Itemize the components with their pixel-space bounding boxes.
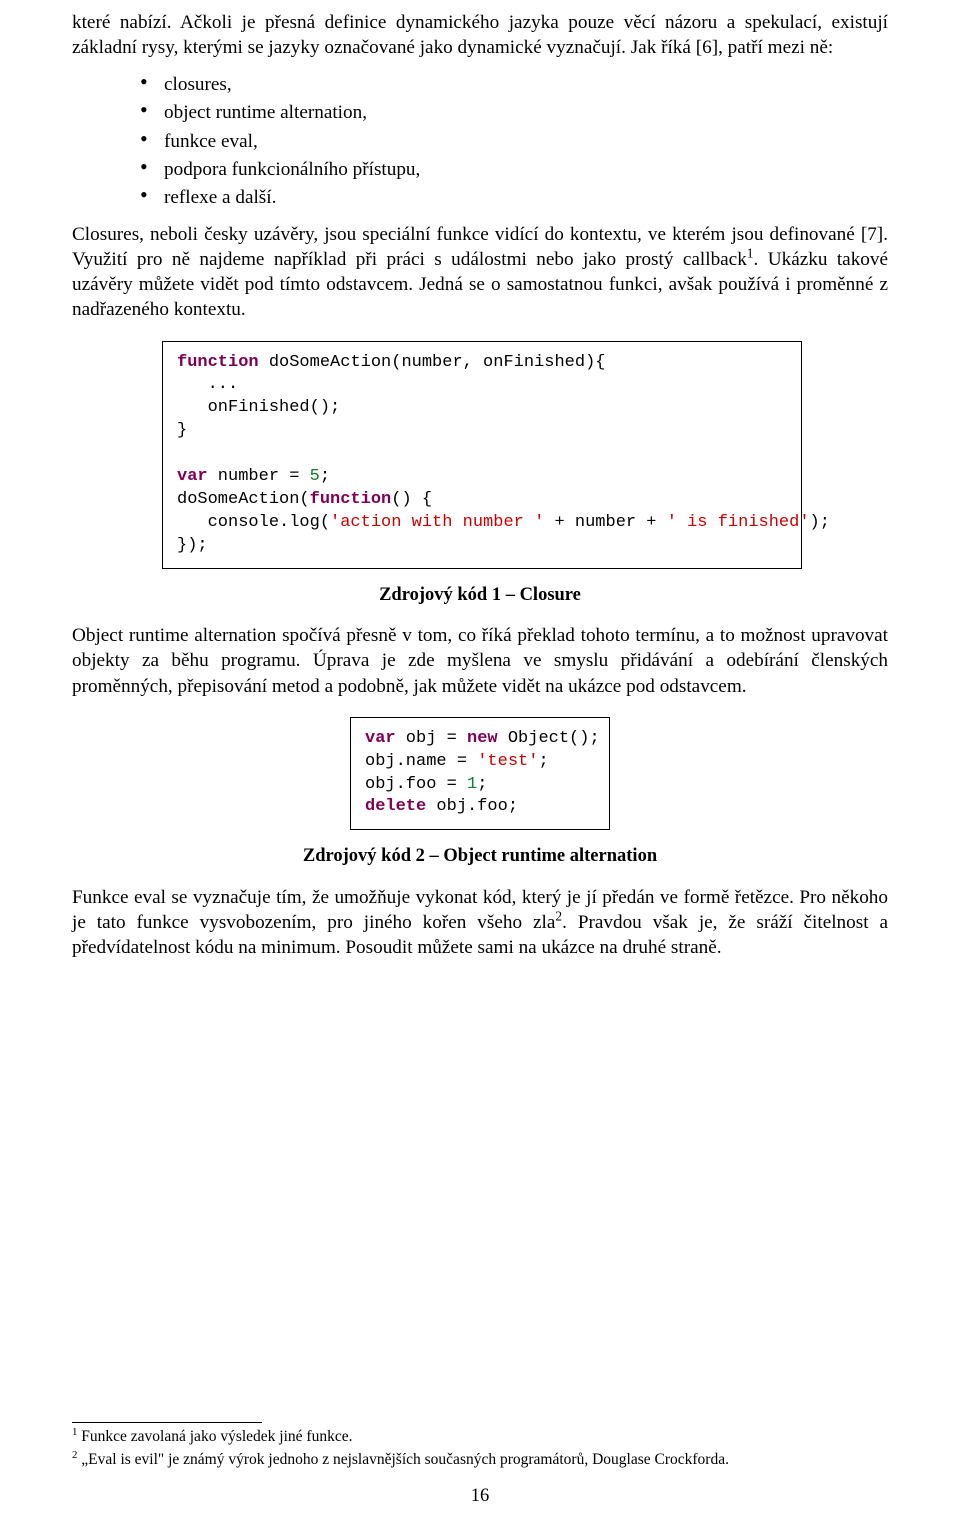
list-item: podpora funkcionálního přístupu,	[144, 157, 888, 182]
footnote-2: 2 „Eval is evil" je známý výrok jednoho …	[72, 1450, 888, 1470]
code-caption-1: Zdrojový kód 1 – Closure	[72, 583, 888, 607]
code-text: ;	[538, 752, 548, 771]
code-text: obj.name =	[365, 752, 477, 771]
footnote-1: 1 Funkce zavolaná jako výsledek jiné fun…	[72, 1427, 888, 1447]
code-number: 5	[310, 467, 320, 486]
code-text: () {	[391, 490, 432, 509]
list-item: reflexe a další.	[144, 185, 888, 210]
code-caption-2: Zdrojový kód 2 – Object runtime alternat…	[72, 844, 888, 868]
code-string: ' is finished'	[667, 513, 810, 532]
code-text: ...	[177, 375, 238, 394]
document-page: které nabízí. Ačkoli je přesná definice …	[0, 0, 960, 1532]
footnote-ref-1: 1	[747, 246, 754, 261]
code-keyword: var	[365, 729, 396, 748]
code-keyword: function	[310, 490, 392, 509]
list-item: object runtime alternation,	[144, 100, 888, 125]
code-string: 'test'	[477, 752, 538, 771]
code-listing-1: function doSomeAction(number, onFinished…	[162, 341, 802, 569]
code-text: ;	[477, 775, 487, 794]
code-text: obj.foo;	[426, 797, 518, 816]
feature-bullet-list: closures, object runtime alternation, fu…	[72, 72, 888, 210]
code-keyword: new	[467, 729, 498, 748]
code-text: obj =	[396, 729, 467, 748]
list-item: funkce eval,	[144, 129, 888, 154]
code-number: 1	[467, 775, 477, 794]
code-text: }	[177, 421, 187, 440]
footnote-text: Funkce zavolaná jako výsledek jiné funkc…	[77, 1428, 352, 1445]
code-text: Object();	[498, 729, 600, 748]
code-text: console.log(	[177, 513, 330, 532]
code-text: doSomeAction(number, onFinished){	[259, 353, 606, 372]
code-text: number =	[208, 467, 310, 486]
footnote-text: „Eval is evil" je známý výrok jednoho z …	[77, 1451, 729, 1468]
page-number: 16	[0, 1484, 960, 1508]
code-text: );	[810, 513, 830, 532]
code-text: ;	[320, 467, 330, 486]
paragraph-eval: Funkce eval se vyznačuje tím, že umožňuj…	[72, 885, 888, 960]
paragraph-alternation: Object runtime alternation spočívá přesn…	[72, 623, 888, 698]
code-text: });	[177, 536, 208, 555]
code-text: doSomeAction(	[177, 490, 310, 509]
footnotes-block: 1 Funkce zavolaná jako výsledek jiné fun…	[72, 1422, 888, 1472]
paragraph-intro: které nabízí. Ačkoli je přesná definice …	[72, 10, 888, 60]
list-item: closures,	[144, 72, 888, 97]
footnote-rule	[72, 1422, 262, 1423]
code-text: onFinished();	[177, 398, 340, 417]
code-string: 'action with number '	[330, 513, 544, 532]
paragraph-closures: Closures, neboli česky uzávěry, jsou spe…	[72, 222, 888, 323]
code-keyword: var	[177, 467, 208, 486]
code-listing-2: var obj = new Object(); obj.name = 'test…	[350, 717, 610, 831]
code-text: + number +	[544, 513, 666, 532]
code-keyword: function	[177, 353, 259, 372]
code-keyword: delete	[365, 797, 426, 816]
code-text: obj.foo =	[365, 775, 467, 794]
